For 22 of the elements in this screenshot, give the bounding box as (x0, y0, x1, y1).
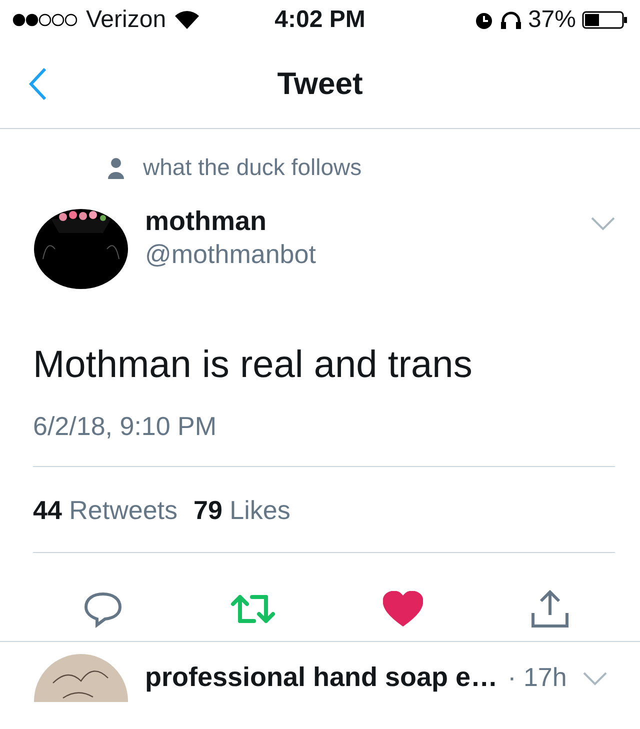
stat-count[interactable]: 79 Likes (194, 495, 290, 526)
person-icon (107, 156, 125, 178)
battery-percent: 37% (528, 6, 576, 34)
back-icon[interactable] (28, 67, 48, 101)
status-time: 4:02 PM (274, 6, 366, 34)
stat-count[interactable]: 44 Retweets (33, 495, 178, 526)
carrier-name: Verizon (86, 6, 166, 34)
signal-icon (12, 13, 78, 27)
headphones-icon (500, 10, 522, 30)
battery-icon (582, 10, 628, 30)
wifi-icon (174, 10, 200, 30)
social-context: what the duck follows (143, 154, 362, 181)
page-title: Tweet (277, 66, 363, 102)
tweet-time: · 17h (508, 662, 567, 692)
share-icon[interactable] (530, 589, 570, 629)
tweet-timestamp: 6/2/18, 9:10 PM (33, 411, 615, 467)
author-name[interactable]: mothman (145, 204, 591, 238)
alarm-icon (474, 10, 494, 30)
tweet-text: Mothman is real and trans (33, 343, 474, 388)
author-handle[interactable]: @mothmanbot (145, 238, 591, 270)
heart-icon[interactable] (383, 591, 423, 627)
author-name[interactable]: professional hand soap e… (145, 662, 498, 692)
